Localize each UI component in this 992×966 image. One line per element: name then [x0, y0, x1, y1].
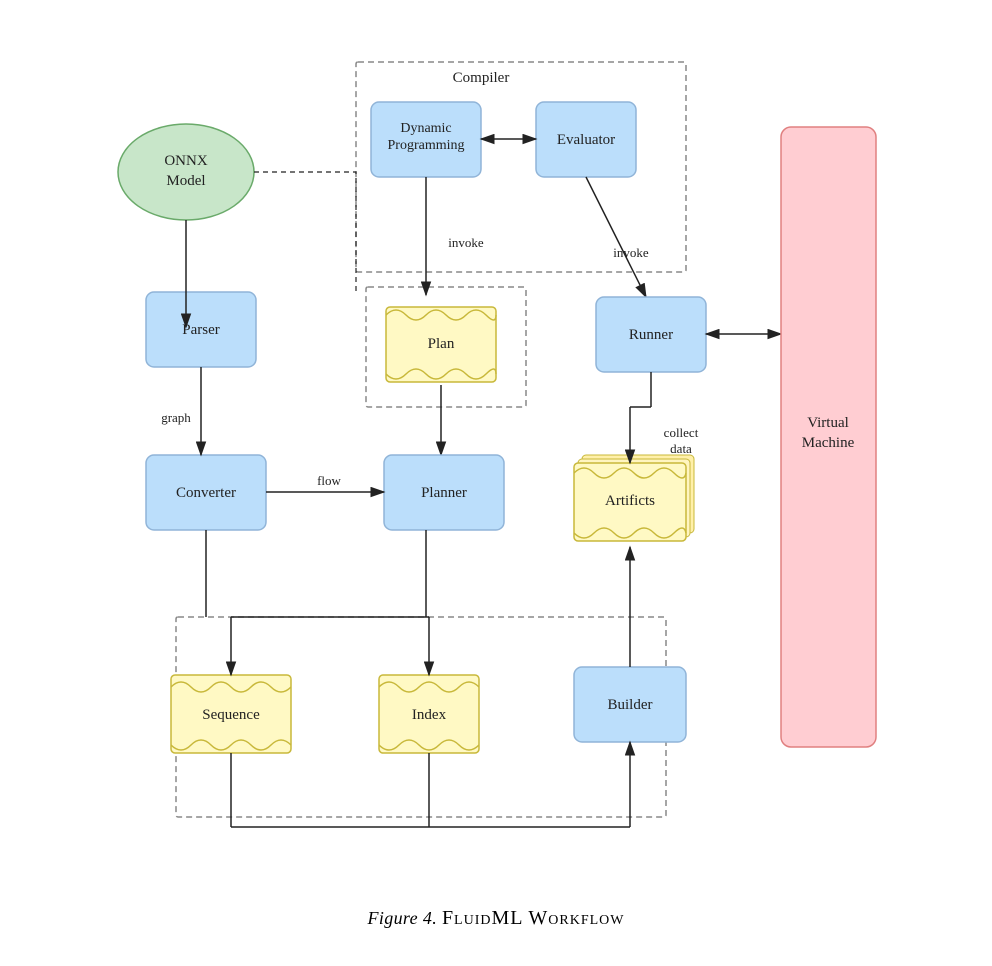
invoke1-label: invoke: [448, 235, 484, 250]
sequence-node: Sequence: [171, 675, 291, 753]
invoke2-label: invoke: [613, 245, 649, 260]
onnx-label-1: ONNX: [164, 153, 207, 169]
diagram-svg: Compiler ONNX Model Dynamic Programming …: [86, 37, 906, 897]
dp-label-2: Programming: [388, 138, 465, 153]
plan-label: Plan: [428, 336, 455, 352]
onnx-label-2: Model: [166, 173, 205, 189]
figure-title: FluidML Workflow: [442, 907, 625, 929]
figure-number: Figure 4.: [368, 908, 438, 928]
converter-label: Converter: [176, 485, 236, 501]
vm-label1: Virtual: [807, 415, 849, 431]
parser-label: Parser: [182, 322, 220, 338]
collect-data-label1: collect: [664, 425, 699, 440]
diagram-container: Compiler ONNX Model Dynamic Programming …: [86, 37, 906, 897]
collect-data-label2: data: [670, 441, 692, 456]
builder-label: Builder: [608, 697, 653, 713]
artifacts-node: Artificts: [574, 455, 694, 541]
dp-label-1: Dynamic: [400, 121, 451, 136]
graph-label: graph: [161, 410, 191, 425]
artifacts-label: Artificts: [605, 493, 655, 509]
runner-label: Runner: [629, 327, 673, 343]
compiler-label: Compiler: [453, 70, 510, 86]
index-label: Index: [412, 707, 447, 723]
index-node: Index: [379, 675, 479, 753]
figure-caption: Figure 4. FluidML Workflow: [368, 907, 625, 930]
sequence-label: Sequence: [202, 707, 260, 723]
vm-label2: Machine: [802, 435, 855, 451]
flow-label: flow: [317, 473, 341, 488]
planner-label: Planner: [421, 485, 467, 501]
plan-node: Plan: [386, 307, 496, 382]
evaluator-label: Evaluator: [557, 132, 615, 148]
